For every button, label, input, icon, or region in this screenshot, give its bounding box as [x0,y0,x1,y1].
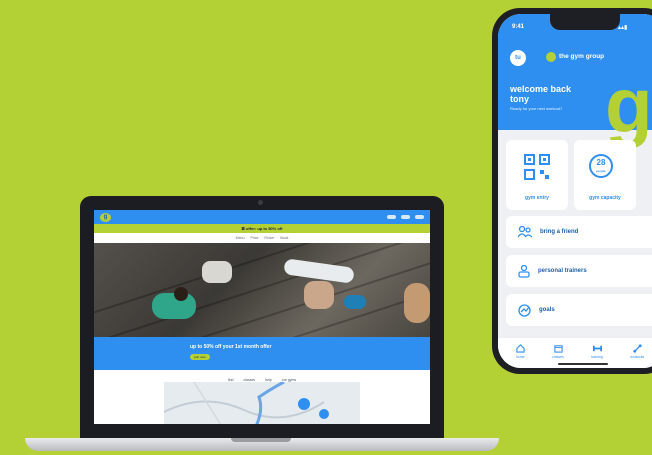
laptop-camera [258,200,263,205]
goals-label: goals [539,307,555,313]
tab-workouts-label: workouts [630,355,645,359]
gym-capacity-label: gym capacity [589,195,621,201]
status-time: 9:41 [512,24,525,30]
tab-classes-label: classes [552,355,564,359]
bottom-tab-bar: home classes training workouts [498,338,652,368]
gym-capacity-tile[interactable]: 28 people gym capacity [574,140,636,210]
brand-name: the gym group [559,53,605,60]
signal-icon: ▴▴▮ [618,25,628,31]
menu-item[interactable]: Price [250,236,258,240]
website-nav-links [387,215,424,219]
website-menu: Menu Price Finder Book [94,233,430,243]
big-logo-letter: g [605,61,652,149]
tab-home-label: home [515,355,525,359]
calendar-icon [553,345,563,353]
nav-link[interactable] [387,215,396,219]
laptop-notch [231,438,291,442]
phone-screen: 9:41 ▴▴▮ tu the gym group welcome back t… [498,14,652,368]
promo-text: up to 50% off your 1st month offer [190,344,272,350]
qr-code-icon [524,154,550,180]
menu-item[interactable]: Book [280,236,288,240]
capacity-gauge-icon: 28 people [589,154,613,178]
gym-entry-tile[interactable]: gym entry [506,140,568,210]
personal-trainers-label: personal trainers [538,268,587,274]
home-icon [516,344,525,353]
website-navbar: g [94,210,430,224]
bring-a-friend-label: bring a friend [540,229,579,235]
menu-item[interactable]: Finder [264,236,274,240]
brand-logo-icon [546,52,556,62]
nav-link[interactable] [415,215,424,219]
personal-trainers-row[interactable]: personal trainers [506,255,652,287]
tab-workouts[interactable]: workouts [630,344,644,368]
trainer-icon [518,264,530,278]
nav-link[interactable] [401,215,410,219]
welcome-title: welcome back tony [510,84,600,104]
offer-bar[interactable]: ꕤ offer: up to 50% off [94,224,430,233]
app-header: 9:41 ▴▴▮ tu the gym group welcome back t… [498,14,652,144]
tab-training-label: training [591,355,603,359]
phone: 9:41 ▴▴▮ tu the gym group welcome back t… [492,8,652,374]
phone-notch [550,14,620,30]
goals-icon [518,303,531,317]
quick-tiles: gym entry 28 people gym capacity [506,140,652,210]
hero-image [94,243,430,337]
menu-item[interactable]: Menu [236,236,245,240]
gym-map[interactable] [163,380,360,424]
laptop-base [25,438,499,451]
laptop: g ꕤ offer: up to 50% off Menu Price Find… [80,196,444,440]
friends-icon [518,226,532,238]
welcome-subtitle: Ready for your next workout? [510,106,563,111]
tab-home[interactable]: home [516,344,525,368]
avatar[interactable]: tu [510,50,526,66]
welcome-line: welcome back [510,84,572,94]
laptop-screen: g ꕤ offer: up to 50% off Menu Price Find… [94,210,430,424]
website-logo[interactable]: g [100,212,111,222]
join-now-button[interactable]: join now [190,354,210,360]
bring-a-friend-row[interactable]: bring a friend [506,216,652,248]
home-indicator [558,363,608,365]
goals-row[interactable]: goals [506,294,652,326]
gym-entry-label: gym entry [525,195,549,201]
training-icon [592,345,602,352]
dumbbell-icon [633,344,642,353]
user-name: tony [510,94,529,104]
promo-banner: up to 50% off your 1st month offer join … [94,337,430,370]
capacity-value: 28 [596,158,606,167]
capacity-unit: people [596,169,606,173]
